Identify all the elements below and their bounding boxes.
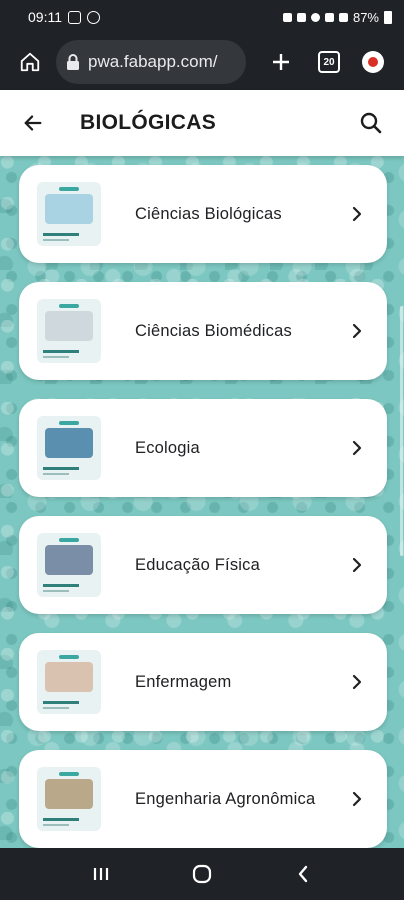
course-thumbnail	[37, 650, 101, 714]
list-item[interactable]: Ciências Biomédicas	[19, 282, 387, 380]
chevron-right-icon	[349, 440, 365, 456]
chevron-right-icon	[349, 557, 365, 573]
search-button[interactable]	[356, 108, 386, 138]
app-header: BIOLÓGICAS	[0, 90, 404, 156]
home-circle-icon	[192, 864, 212, 884]
recent-apps-button[interactable]	[81, 854, 121, 894]
signal-icon	[338, 12, 348, 22]
list-item[interactable]: Ecologia	[19, 399, 387, 497]
address-bar[interactable]: pwa.fabapp.com/	[56, 40, 246, 84]
home-icon	[20, 52, 40, 72]
course-label: Engenharia Agronômica	[135, 789, 316, 808]
home-nav-button[interactable]	[182, 854, 222, 894]
course-label: Educação Física	[135, 555, 260, 574]
chevron-right-icon	[349, 791, 365, 807]
list-item[interactable]: Ciências Biológicas	[19, 165, 387, 263]
wifi-icon	[324, 12, 334, 22]
list-item[interactable]: Engenharia Agronômica	[19, 750, 387, 848]
course-label: Enfermagem	[135, 672, 232, 691]
home-button[interactable]	[10, 42, 50, 82]
location-icon	[310, 12, 320, 22]
chevron-right-icon	[349, 206, 365, 222]
back-button[interactable]	[18, 108, 48, 138]
course-thumbnail	[37, 182, 101, 246]
course-label: Ciências Biológicas	[135, 204, 282, 223]
course-list[interactable]: Ciências Biológicas Ciências Biomédicas …	[0, 156, 404, 848]
menu-icon	[368, 57, 378, 67]
url-text: pwa.fabapp.com/	[88, 52, 218, 71]
lock-icon	[67, 54, 79, 70]
status-bar: 09:11 87%	[0, 0, 404, 34]
new-tab-button[interactable]	[266, 47, 296, 77]
chevron-left-icon	[299, 865, 308, 883]
notification-icon	[68, 10, 81, 24]
bluetooth-icon	[282, 12, 292, 22]
battery-level: 87%	[352, 9, 379, 25]
tab-switcher-button[interactable]: 20	[318, 51, 340, 73]
browser-menu-button[interactable]	[362, 51, 384, 73]
search-icon	[360, 112, 382, 134]
course-label: Ecologia	[135, 438, 200, 457]
plus-icon	[273, 54, 289, 70]
chevron-right-icon	[349, 323, 365, 339]
course-thumbnail	[37, 533, 101, 597]
browser-toolbar: pwa.fabapp.com/ 20	[0, 34, 404, 90]
list-item[interactable]: Enfermagem	[19, 633, 387, 731]
page-title: BIOLÓGICAS	[80, 111, 217, 134]
whatsapp-icon	[87, 10, 100, 24]
course-label: Ciências Biomédicas	[135, 321, 292, 340]
course-thumbnail	[37, 416, 101, 480]
mute-icon	[296, 12, 306, 22]
status-time: 09:11	[28, 9, 62, 25]
arrow-left-icon	[24, 115, 42, 131]
scrollbar[interactable]	[400, 306, 403, 556]
chevron-right-icon	[349, 674, 365, 690]
list-item[interactable]: Educação Física	[19, 516, 387, 614]
course-thumbnail	[37, 767, 101, 831]
system-nav-bar	[0, 848, 404, 900]
tab-count: 20	[323, 56, 335, 68]
recents-icon	[93, 868, 108, 880]
course-thumbnail	[37, 299, 101, 363]
back-nav-button[interactable]	[283, 854, 323, 894]
battery-icon	[384, 10, 392, 24]
